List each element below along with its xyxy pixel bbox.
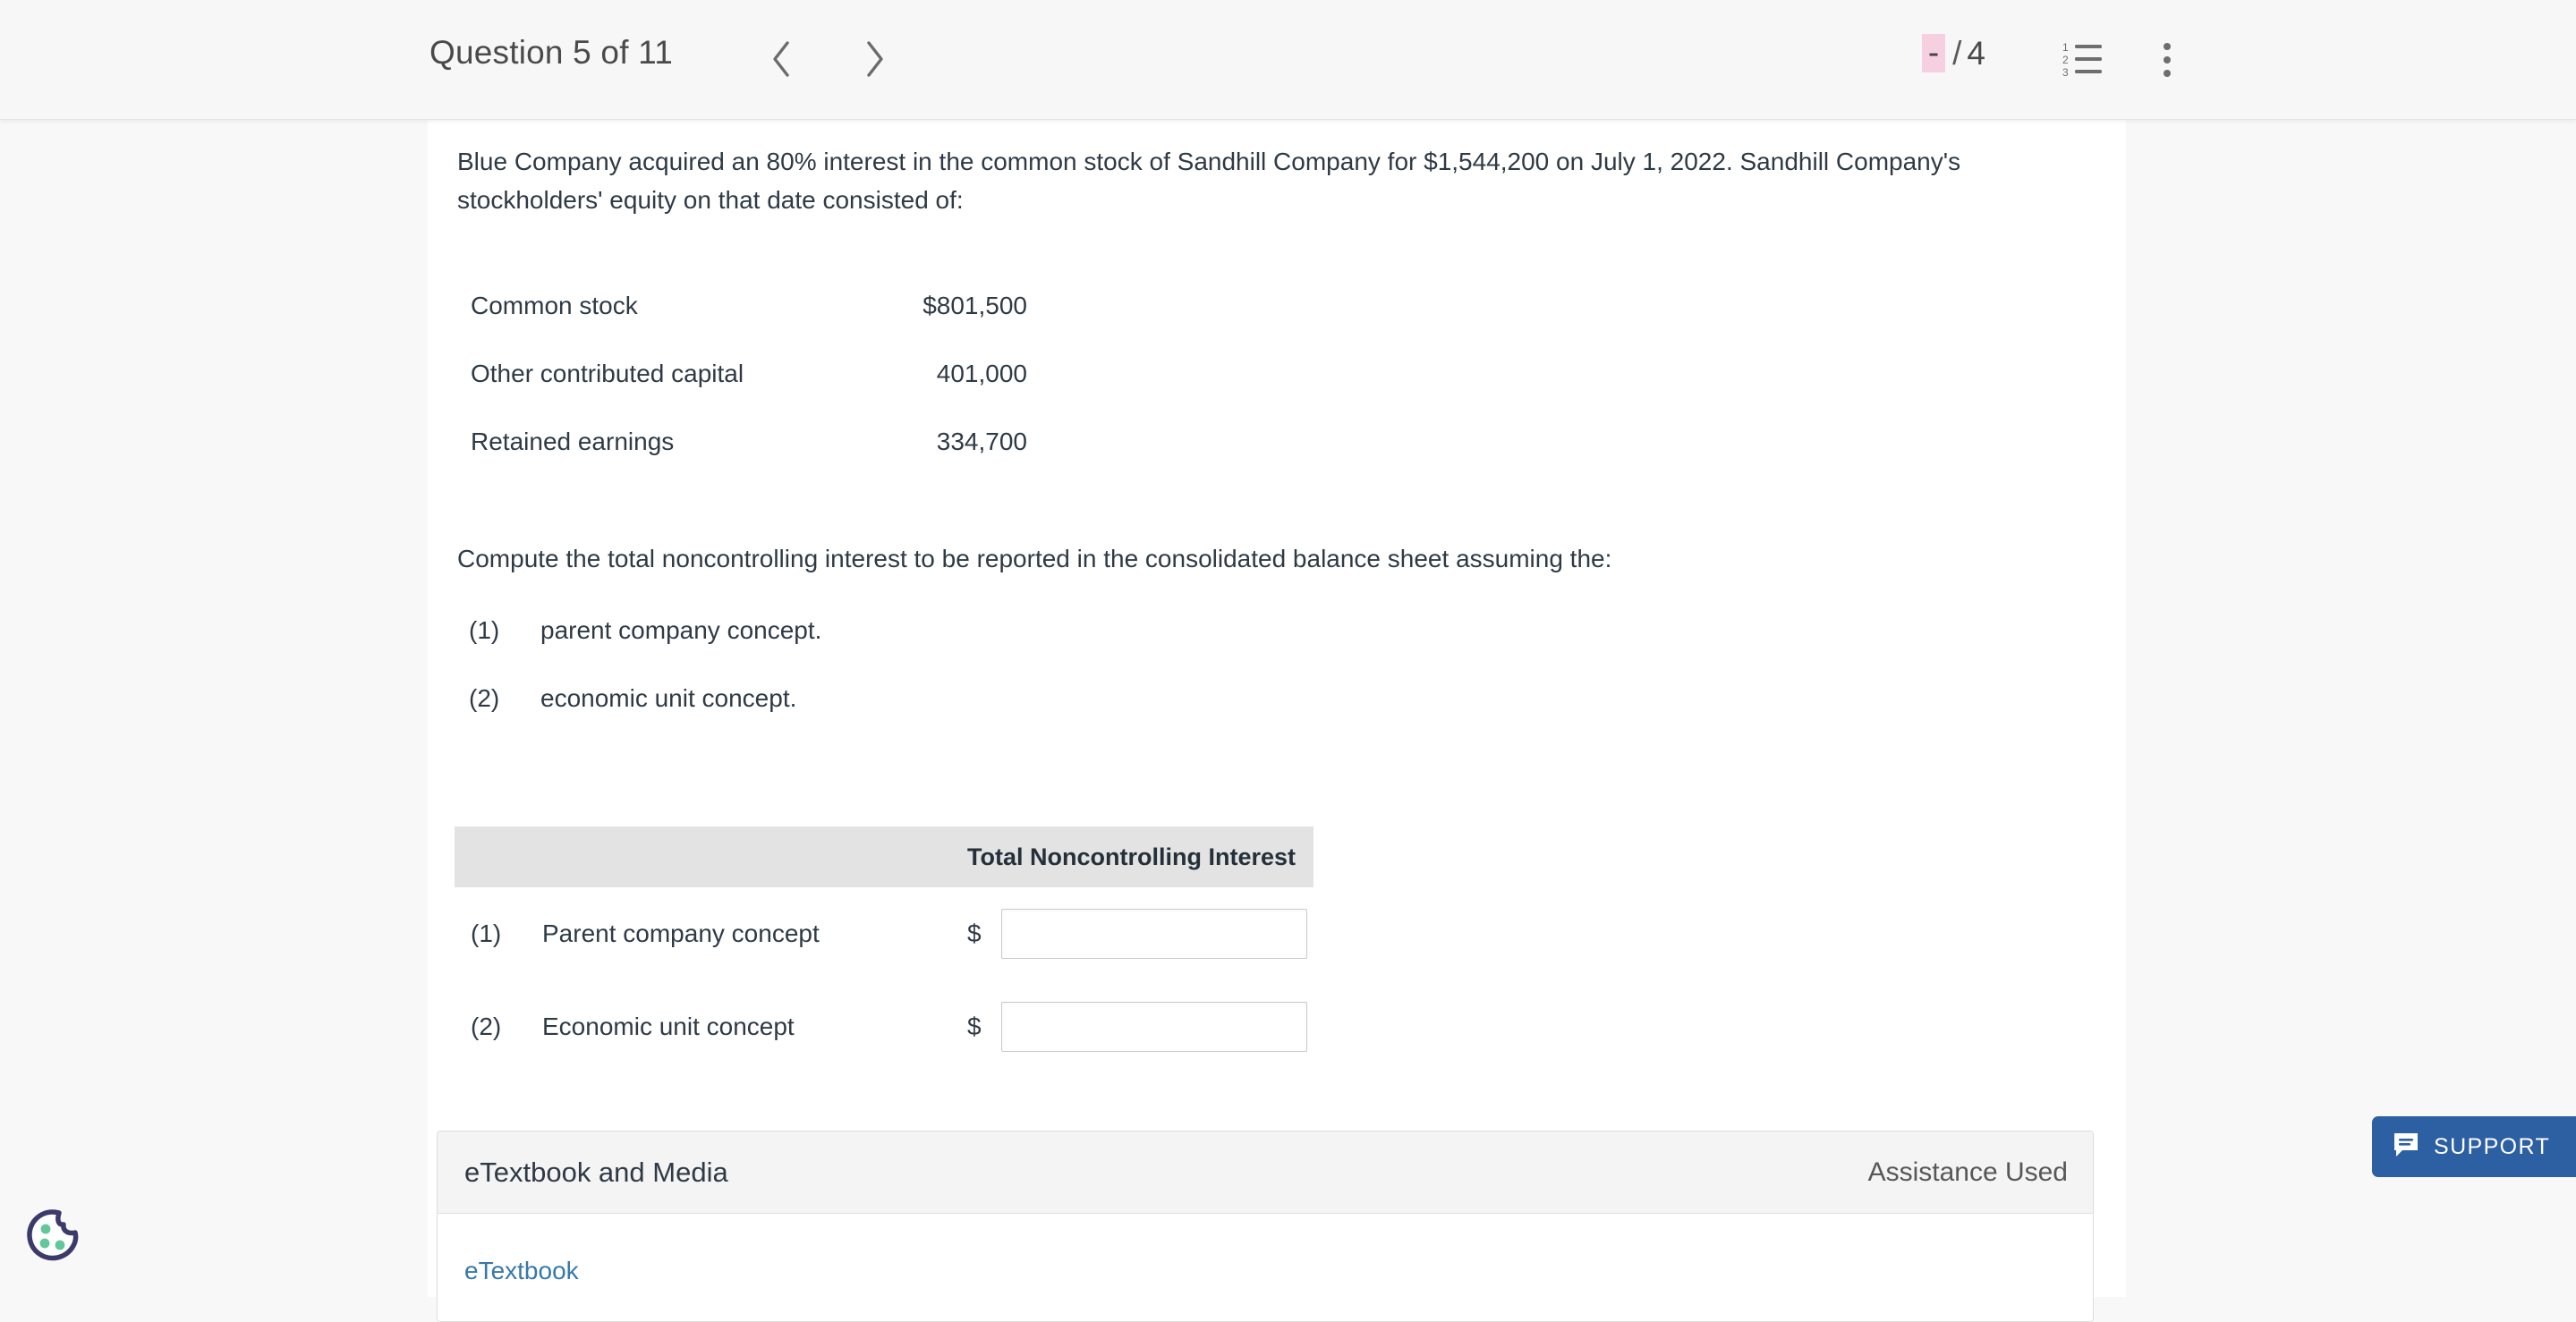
answer-row-number: (2) bbox=[471, 1013, 502, 1040]
concept-number: (1) bbox=[469, 616, 500, 644]
score-earned: - bbox=[1921, 34, 1946, 72]
equity-value: 401,000 bbox=[936, 360, 1027, 387]
question-content-card: Blue Company acquired an 80% interest in… bbox=[428, 120, 2126, 1322]
answer-table-column-header: Total Noncontrolling Interest bbox=[455, 826, 1314, 887]
score-separator: / bbox=[1952, 34, 1962, 72]
etextbook-and-media-panel: eTextbook and Media Assistance Used eTex… bbox=[437, 1131, 2094, 1322]
etextbook-link[interactable]: eTextbook bbox=[464, 1257, 579, 1284]
answer-row-number: (1) bbox=[471, 919, 502, 947]
previous-question-button[interactable] bbox=[756, 34, 806, 84]
equity-value: 334,700 bbox=[936, 428, 1027, 455]
concept-list: (1) parent company concept. (2) economic… bbox=[469, 616, 821, 752]
page-title: Question 5 of 11 bbox=[429, 34, 673, 71]
concept-text: parent company concept. bbox=[540, 616, 822, 644]
more-vertical-icon-dot2 bbox=[2164, 56, 2171, 64]
assistance-used-label: Assistance Used bbox=[1867, 1157, 2068, 1187]
numbered-list-button[interactable]: 1 2 3 bbox=[2059, 36, 2107, 84]
chevron-right-icon bbox=[863, 39, 887, 79]
currency-symbol: $ bbox=[967, 1013, 982, 1040]
etextbook-panel-header: eTextbook and Media Assistance Used bbox=[438, 1131, 2093, 1214]
score-total: 4 bbox=[1967, 34, 1985, 72]
answer-table: Total Noncontrolling Interest (1) Parent… bbox=[455, 826, 1314, 1073]
table-row: Other contributed capital 401,000 bbox=[463, 340, 1043, 408]
more-vertical-icon-dot3 bbox=[2164, 70, 2171, 77]
table-row: Common stock $801,500 bbox=[463, 272, 1043, 340]
table-row: (2) Economic unit concept $ bbox=[455, 980, 1314, 1073]
table-row: Retained earnings 334,700 bbox=[463, 408, 1043, 476]
chat-bubble-icon bbox=[2392, 1131, 2420, 1164]
answer-table-column-header-label: Total Noncontrolling Interest bbox=[967, 843, 1296, 870]
equity-label: Common stock bbox=[471, 292, 638, 319]
next-question-button[interactable] bbox=[850, 34, 900, 84]
answer-row-label: Economic unit concept bbox=[542, 1013, 795, 1040]
equity-label: Other contributed capital bbox=[471, 360, 744, 387]
svg-text:2: 2 bbox=[2062, 54, 2069, 66]
stockholders-equity-table: Common stock $801,500 Other contributed … bbox=[463, 272, 1043, 476]
list-item: (2) economic unit concept. bbox=[469, 684, 821, 752]
more-options-button[interactable] bbox=[2143, 36, 2191, 84]
question-intro-text: Blue Company acquired an 80% interest in… bbox=[457, 148, 1961, 214]
concept-number: (2) bbox=[469, 684, 500, 712]
equity-value: $801,500 bbox=[922, 292, 1027, 319]
svg-text:1: 1 bbox=[2062, 41, 2069, 54]
answer-row-label: Parent company concept bbox=[542, 919, 820, 947]
cookie-consent-icon bbox=[23, 1209, 82, 1268]
currency-symbol: $ bbox=[967, 919, 982, 947]
question-header-bar: Question 5 of 11 - / 4 1 2 3 bbox=[0, 0, 2576, 120]
numbered-list-icon: 1 2 3 bbox=[2059, 41, 2107, 88]
table-row: (1) Parent company concept $ bbox=[455, 887, 1314, 980]
parent-company-concept-input[interactable] bbox=[1001, 909, 1307, 959]
support-button[interactable]: SUPPORT bbox=[2372, 1116, 2576, 1177]
etextbook-panel-body: eTextbook bbox=[438, 1214, 2093, 1321]
chevron-left-icon bbox=[769, 39, 793, 79]
economic-unit-concept-input[interactable] bbox=[1001, 1002, 1307, 1052]
etextbook-panel-title: eTextbook and Media bbox=[464, 1156, 728, 1188]
svg-text:3: 3 bbox=[2062, 66, 2069, 79]
equity-label: Retained earnings bbox=[471, 428, 675, 455]
more-vertical-icon bbox=[2164, 43, 2171, 50]
concept-text: economic unit concept. bbox=[540, 684, 797, 712]
support-button-label: SUPPORT bbox=[2434, 1133, 2551, 1159]
compute-instruction-text: Compute the total noncontrolling interes… bbox=[457, 545, 1612, 572]
cookie-consent-button[interactable] bbox=[23, 1206, 82, 1265]
score-indicator: - / 4 bbox=[1921, 34, 1985, 72]
list-item: (1) parent company concept. bbox=[469, 616, 821, 684]
